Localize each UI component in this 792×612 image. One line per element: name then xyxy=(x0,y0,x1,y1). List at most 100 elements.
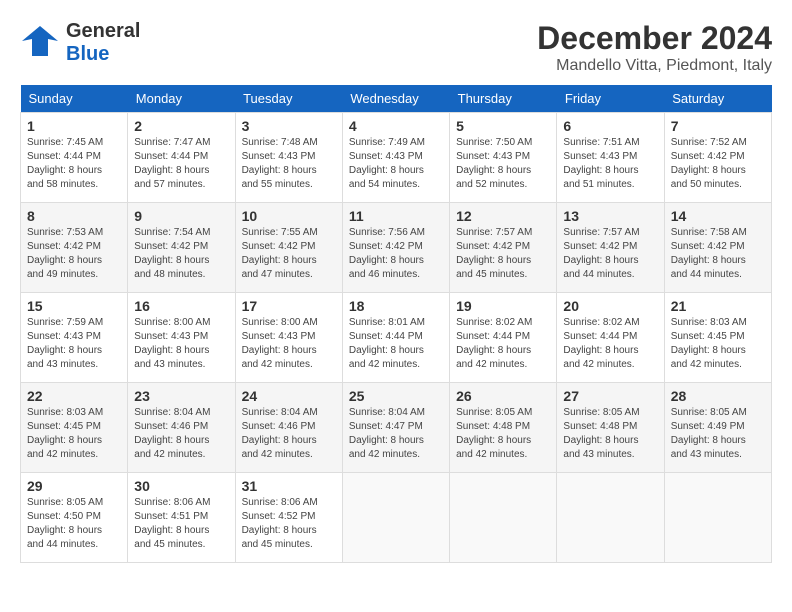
daylight: Daylight: 8 hours and 42 minutes. xyxy=(349,434,443,462)
daylight: Daylight: 8 hours and 46 minutes. xyxy=(349,254,443,282)
day-number: 12 xyxy=(456,208,550,224)
calendar-cell: 16 Sunrise: 8:00 AM Sunset: 4:43 PM Dayl… xyxy=(128,293,235,383)
col-saturday: Saturday xyxy=(664,85,771,113)
logo-general: General xyxy=(66,20,140,43)
sunset: Sunset: 4:42 PM xyxy=(456,240,550,254)
daylight: Daylight: 8 hours and 51 minutes. xyxy=(563,164,657,192)
calendar-cell: 19 Sunrise: 8:02 AM Sunset: 4:44 PM Dayl… xyxy=(450,293,557,383)
day-number: 13 xyxy=(563,208,657,224)
sunset: Sunset: 4:42 PM xyxy=(242,240,336,254)
sunrise: Sunrise: 8:04 AM xyxy=(134,406,228,420)
day-info: Sunrise: 8:05 AM Sunset: 4:50 PM Dayligh… xyxy=(27,496,121,552)
daylight: Daylight: 8 hours and 54 minutes. xyxy=(349,164,443,192)
day-info: Sunrise: 7:57 AM Sunset: 4:42 PM Dayligh… xyxy=(563,226,657,282)
calendar-cell: 4 Sunrise: 7:49 AM Sunset: 4:43 PM Dayli… xyxy=(342,113,449,203)
col-wednesday: Wednesday xyxy=(342,85,449,113)
col-friday: Friday xyxy=(557,85,664,113)
calendar-cell: 25 Sunrise: 8:04 AM Sunset: 4:47 PM Dayl… xyxy=(342,383,449,473)
calendar-cell: 24 Sunrise: 8:04 AM Sunset: 4:46 PM Dayl… xyxy=(235,383,342,473)
col-sunday: Sunday xyxy=(21,85,128,113)
day-info: Sunrise: 8:06 AM Sunset: 4:51 PM Dayligh… xyxy=(134,496,228,552)
sunset: Sunset: 4:46 PM xyxy=(242,420,336,434)
logo: General Blue xyxy=(20,20,140,66)
daylight: Daylight: 8 hours and 57 minutes. xyxy=(134,164,228,192)
sunset: Sunset: 4:43 PM xyxy=(134,330,228,344)
day-info: Sunrise: 7:50 AM Sunset: 4:43 PM Dayligh… xyxy=(456,136,550,192)
sunrise: Sunrise: 7:55 AM xyxy=(242,226,336,240)
calendar-cell: 30 Sunrise: 8:06 AM Sunset: 4:51 PM Dayl… xyxy=(128,473,235,563)
calendar-cell: 21 Sunrise: 8:03 AM Sunset: 4:45 PM Dayl… xyxy=(664,293,771,383)
daylight: Daylight: 8 hours and 42 minutes. xyxy=(242,434,336,462)
col-monday: Monday xyxy=(128,85,235,113)
day-number: 14 xyxy=(671,208,765,224)
day-number: 20 xyxy=(563,298,657,314)
daylight: Daylight: 8 hours and 47 minutes. xyxy=(242,254,336,282)
day-number: 5 xyxy=(456,118,550,134)
daylight: Daylight: 8 hours and 55 minutes. xyxy=(242,164,336,192)
day-number: 27 xyxy=(563,388,657,404)
calendar-cell xyxy=(664,473,771,563)
daylight: Daylight: 8 hours and 50 minutes. xyxy=(671,164,765,192)
calendar-cell: 2 Sunrise: 7:47 AM Sunset: 4:44 PM Dayli… xyxy=(128,113,235,203)
sunrise: Sunrise: 8:02 AM xyxy=(563,316,657,330)
day-number: 4 xyxy=(349,118,443,134)
sunset: Sunset: 4:46 PM xyxy=(134,420,228,434)
sunset: Sunset: 4:42 PM xyxy=(671,150,765,164)
calendar-cell: 1 Sunrise: 7:45 AM Sunset: 4:44 PM Dayli… xyxy=(21,113,128,203)
day-info: Sunrise: 8:01 AM Sunset: 4:44 PM Dayligh… xyxy=(349,316,443,372)
sunrise: Sunrise: 7:52 AM xyxy=(671,136,765,150)
day-number: 24 xyxy=(242,388,336,404)
sunrise: Sunrise: 7:50 AM xyxy=(456,136,550,150)
daylight: Daylight: 8 hours and 45 minutes. xyxy=(456,254,550,282)
day-number: 10 xyxy=(242,208,336,224)
page-header: General Blue December 2024 Mandello Vitt… xyxy=(20,20,772,75)
sunrise: Sunrise: 8:00 AM xyxy=(134,316,228,330)
sunset: Sunset: 4:47 PM xyxy=(349,420,443,434)
calendar-cell: 23 Sunrise: 8:04 AM Sunset: 4:46 PM Dayl… xyxy=(128,383,235,473)
sunset: Sunset: 4:45 PM xyxy=(27,420,121,434)
sunrise: Sunrise: 7:53 AM xyxy=(27,226,121,240)
calendar-cell: 5 Sunrise: 7:50 AM Sunset: 4:43 PM Dayli… xyxy=(450,113,557,203)
day-info: Sunrise: 7:59 AM Sunset: 4:43 PM Dayligh… xyxy=(27,316,121,372)
calendar-week-2: 8 Sunrise: 7:53 AM Sunset: 4:42 PM Dayli… xyxy=(21,203,772,293)
sunset: Sunset: 4:42 PM xyxy=(349,240,443,254)
day-number: 6 xyxy=(563,118,657,134)
sunrise: Sunrise: 7:49 AM xyxy=(349,136,443,150)
day-info: Sunrise: 7:51 AM Sunset: 4:43 PM Dayligh… xyxy=(563,136,657,192)
day-number: 22 xyxy=(27,388,121,404)
day-info: Sunrise: 7:52 AM Sunset: 4:42 PM Dayligh… xyxy=(671,136,765,192)
calendar-cell: 20 Sunrise: 8:02 AM Sunset: 4:44 PM Dayl… xyxy=(557,293,664,383)
calendar-week-4: 22 Sunrise: 8:03 AM Sunset: 4:45 PM Dayl… xyxy=(21,383,772,473)
calendar-cell: 29 Sunrise: 8:05 AM Sunset: 4:50 PM Dayl… xyxy=(21,473,128,563)
day-number: 3 xyxy=(242,118,336,134)
day-number: 29 xyxy=(27,478,121,494)
logo-icon xyxy=(20,21,60,61)
day-info: Sunrise: 7:47 AM Sunset: 4:44 PM Dayligh… xyxy=(134,136,228,192)
day-info: Sunrise: 7:53 AM Sunset: 4:42 PM Dayligh… xyxy=(27,226,121,282)
sunrise: Sunrise: 8:01 AM xyxy=(349,316,443,330)
day-info: Sunrise: 8:04 AM Sunset: 4:46 PM Dayligh… xyxy=(242,406,336,462)
day-number: 28 xyxy=(671,388,765,404)
day-number: 19 xyxy=(456,298,550,314)
sunrise: Sunrise: 7:57 AM xyxy=(456,226,550,240)
sunrise: Sunrise: 7:59 AM xyxy=(27,316,121,330)
calendar-cell: 27 Sunrise: 8:05 AM Sunset: 4:48 PM Dayl… xyxy=(557,383,664,473)
calendar-week-1: 1 Sunrise: 7:45 AM Sunset: 4:44 PM Dayli… xyxy=(21,113,772,203)
calendar-cell xyxy=(450,473,557,563)
sunset: Sunset: 4:49 PM xyxy=(671,420,765,434)
day-info: Sunrise: 8:05 AM Sunset: 4:49 PM Dayligh… xyxy=(671,406,765,462)
calendar-cell: 13 Sunrise: 7:57 AM Sunset: 4:42 PM Dayl… xyxy=(557,203,664,293)
daylight: Daylight: 8 hours and 45 minutes. xyxy=(242,524,336,552)
daylight: Daylight: 8 hours and 52 minutes. xyxy=(456,164,550,192)
sunset: Sunset: 4:44 PM xyxy=(134,150,228,164)
calendar-cell: 6 Sunrise: 7:51 AM Sunset: 4:43 PM Dayli… xyxy=(557,113,664,203)
calendar-cell xyxy=(557,473,664,563)
calendar-cell: 26 Sunrise: 8:05 AM Sunset: 4:48 PM Dayl… xyxy=(450,383,557,473)
sunset: Sunset: 4:52 PM xyxy=(242,510,336,524)
sunset: Sunset: 4:43 PM xyxy=(349,150,443,164)
sunset: Sunset: 4:48 PM xyxy=(456,420,550,434)
calendar-cell xyxy=(342,473,449,563)
logo-text: General Blue xyxy=(66,20,140,66)
day-number: 7 xyxy=(671,118,765,134)
title-section: December 2024 Mandello Vitta, Piedmont, … xyxy=(537,20,772,75)
